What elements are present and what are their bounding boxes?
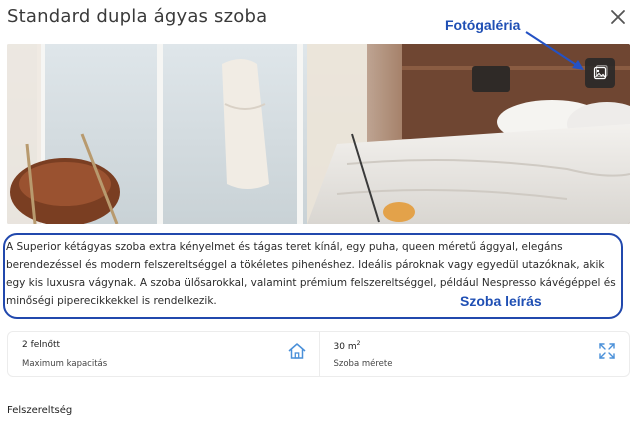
home-icon	[288, 343, 305, 359]
size-unit-sup: 2	[356, 340, 361, 347]
close-button[interactable]	[607, 6, 629, 28]
close-icon	[611, 10, 625, 24]
modal-title: Standard dupla ágyas szoba	[7, 6, 268, 27]
capacity-value: 2 felnőtt	[22, 340, 61, 350]
room-info-row: 2 felnőtt Maximum kapacitás 30 m2 Szoba …	[7, 331, 630, 377]
capacity-cell: 2 felnőtt Maximum kapacitás	[8, 332, 319, 376]
capacity-label: Maximum kapacitás	[22, 359, 108, 369]
annotation-description: Szoba leírás	[460, 293, 542, 309]
annotation-gallery: Fotógaléria	[445, 17, 521, 33]
features-heading: Felszereltség	[7, 405, 73, 416]
size-label: Szoba mérete	[333, 359, 393, 369]
size-cell: 30 m2 Szoba mérete	[318, 332, 630, 376]
size-value: 30 m2	[333, 340, 361, 352]
image-gallery-icon	[593, 65, 608, 80]
annotation-arrow	[525, 31, 584, 70]
expand-icon	[599, 343, 615, 359]
